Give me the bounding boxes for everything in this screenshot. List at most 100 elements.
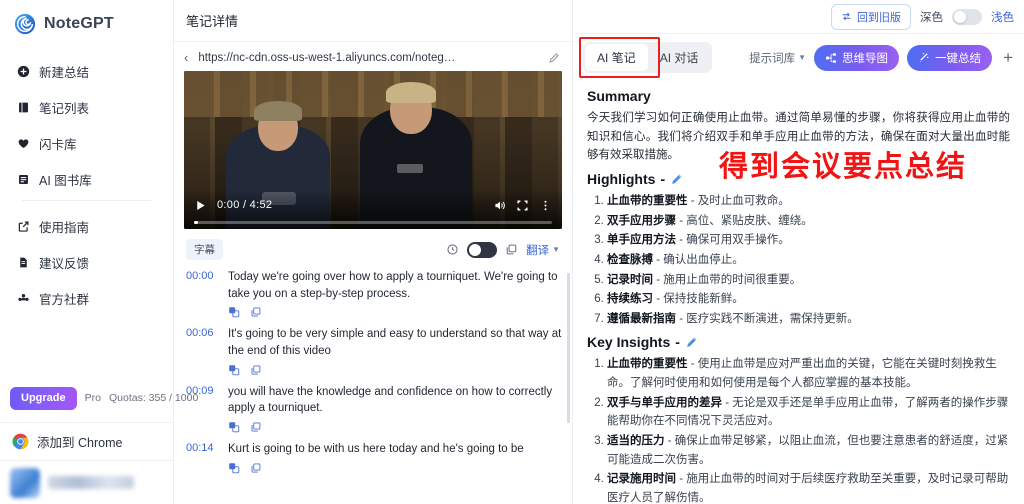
user-profile-row[interactable] bbox=[0, 460, 173, 504]
transcript-timestamp[interactable]: 00:14 bbox=[186, 441, 220, 458]
plus-icon[interactable]: + bbox=[1000, 49, 1016, 66]
theme-toggle-knob bbox=[954, 10, 966, 23]
copy-icon[interactable] bbox=[250, 306, 262, 318]
section-title-key-insights: Key Insights - bbox=[587, 334, 1010, 350]
transcript-timestamp[interactable]: 00:00 bbox=[186, 269, 220, 302]
section-dash: - bbox=[675, 334, 680, 351]
translate-block-icon[interactable] bbox=[228, 364, 240, 376]
summary-button-label: 一键总结 bbox=[935, 52, 982, 65]
summary-paragraph: 今天我们学习如何正确使用止血带。通过简单易懂的步骤，你将获得应用止血带的知识和信… bbox=[587, 112, 1010, 162]
transcript-item: 00:14 Kurt is going to be with us here t… bbox=[186, 439, 564, 480]
item-term: 止血带的重要性 bbox=[607, 195, 688, 208]
item-desc: 确保止血带足够紧，以阻止血流，但也要注意患者的舒适度，过紧可能造成二次伤害。 bbox=[607, 434, 1009, 466]
sidebar-item-label: AI 图书库 bbox=[39, 173, 92, 188]
sidebar-item-feedback[interactable]: 建议反馈 bbox=[10, 247, 163, 277]
upgrade-button[interactable]: Upgrade bbox=[10, 386, 77, 410]
mindmap-button[interactable]: 思维导图 bbox=[814, 44, 900, 71]
video-shirt-logo-right bbox=[397, 164, 423, 173]
transcript-item: 00:09 you will have the knowledge and co… bbox=[186, 382, 564, 439]
pencil-icon[interactable] bbox=[548, 52, 560, 64]
source-url-row: ‹ https://nc-cdn.oss-us-west-1.aliyuncs.… bbox=[174, 42, 572, 71]
video-progress-bar[interactable] bbox=[194, 221, 552, 224]
add-to-chrome-label: 添加到 Chrome bbox=[37, 436, 123, 450]
sidebar-item-user-guide[interactable]: 使用指南 bbox=[10, 211, 163, 241]
clock-icon[interactable] bbox=[446, 243, 459, 256]
transcript-text: you will have the knowledge and confiden… bbox=[228, 385, 553, 415]
sidebar-item-note-list[interactable]: 笔记列表 bbox=[10, 92, 163, 122]
video-player[interactable]: 0:00 / 4:52 bbox=[184, 71, 562, 229]
light-mode-label[interactable]: 浅色 bbox=[991, 9, 1014, 25]
back-to-legacy-button[interactable]: 回到旧版 bbox=[831, 3, 911, 30]
sidebar-item-ai-library[interactable]: AI 图书库 bbox=[10, 164, 163, 194]
panel-content[interactable]: 得到会议要点总结 Summary 今天我们学习如何正确使用止血带。通过简单易懂的… bbox=[573, 81, 1024, 504]
theme-toggle[interactable] bbox=[952, 8, 982, 25]
legacy-button-label: 回到旧版 bbox=[857, 11, 901, 24]
prompt-library-dropdown[interactable]: 提示词库 ▼ bbox=[749, 50, 806, 66]
volume-icon[interactable] bbox=[493, 199, 506, 212]
chevron-left-icon[interactable]: ‹ bbox=[182, 50, 190, 65]
chrome-icon bbox=[12, 433, 29, 450]
sidebar-item-new-summary[interactable]: 新建总结 bbox=[10, 56, 163, 86]
transcript-item: 00:06 It's going to be very simple and e… bbox=[186, 324, 564, 381]
transcript-timestamp[interactable]: 00:06 bbox=[186, 326, 220, 359]
brand-name: NoteGPT bbox=[44, 15, 114, 32]
sidebar-item-label: 新建总结 bbox=[39, 65, 90, 80]
transcript-list[interactable]: 00:00 Today we're going over how to appl… bbox=[174, 267, 572, 504]
list-item: 持续练习 - 保持技能新鲜。 bbox=[607, 290, 1010, 309]
pen-icon[interactable] bbox=[670, 173, 683, 186]
sidebar-item-label: 官方社群 bbox=[39, 292, 90, 307]
sidebar-primary-nav: 新建总结 笔记列表 闪卡库 AI 图书库 使用指南 建议反馈 官方社群 bbox=[0, 48, 173, 319]
panel-toolbar: AI 笔记 AI 对话 提示词库 ▼ 思维导图 一键总结 + bbox=[573, 34, 1024, 81]
add-to-chrome-button[interactable]: 添加到 Chrome bbox=[0, 422, 173, 460]
spiral-logo-icon bbox=[14, 13, 36, 35]
feedback-doc-icon bbox=[16, 255, 30, 269]
transcript-item: 00:00 Today we're going over how to appl… bbox=[186, 267, 564, 324]
translate-block-icon[interactable] bbox=[228, 421, 240, 433]
sidebar-item-flashcards[interactable]: 闪卡库 bbox=[10, 128, 163, 158]
mindmap-icon bbox=[825, 52, 837, 64]
item-term: 适当的压力 bbox=[607, 434, 665, 447]
brand[interactable]: NoteGPT bbox=[0, 0, 173, 48]
transcript-timestamp[interactable]: 00:09 bbox=[186, 384, 220, 417]
ai-library-icon bbox=[16, 172, 30, 186]
more-vertical-icon[interactable] bbox=[539, 199, 552, 212]
translate-dropdown[interactable]: 翻译 ▼ bbox=[526, 242, 560, 258]
list-item: 检查脉搏 - 确认出血停止。 bbox=[607, 251, 1010, 270]
play-icon[interactable] bbox=[194, 199, 207, 212]
user-name-blurred bbox=[48, 476, 134, 489]
prompt-library-label: 提示词库 bbox=[749, 52, 796, 65]
copy-icon[interactable] bbox=[250, 462, 262, 474]
sidebar-item-community[interactable]: 官方社群 bbox=[10, 283, 163, 313]
copy-icon[interactable] bbox=[505, 243, 518, 256]
timestamp-toggle[interactable] bbox=[467, 241, 498, 258]
section-title-text: Key Insights bbox=[587, 334, 671, 351]
transcript-scrollbar[interactable] bbox=[567, 273, 570, 423]
tab-ai-notes[interactable]: AI 笔记 bbox=[585, 44, 648, 72]
item-desc: 医疗实践不断演进，需保持更新。 bbox=[686, 312, 859, 325]
transcript-text: Kurt is going to be with us here today a… bbox=[228, 443, 524, 456]
item-term: 止血带的重要性 bbox=[607, 358, 688, 371]
item-term: 单手应用方法 bbox=[607, 234, 676, 247]
plus-circle-icon bbox=[16, 64, 30, 78]
list-item: 遵循最新指南 - 医疗实践不断演进，需保持更新。 bbox=[607, 310, 1010, 329]
copy-icon[interactable] bbox=[250, 364, 262, 376]
ai-notes-panel: 回到旧版 深色 浅色 AI 笔记 AI 对话 提示词库 ▼ 思维导图 一键总结 … bbox=[573, 0, 1024, 504]
subtitle-chip[interactable]: 字幕 bbox=[186, 239, 223, 260]
pen-icon[interactable] bbox=[685, 336, 698, 349]
one-click-summary-button[interactable]: 一键总结 bbox=[907, 44, 993, 71]
tabs-group-wrapper: AI 笔记 AI 对话 bbox=[579, 37, 713, 79]
translate-block-icon[interactable] bbox=[228, 462, 240, 474]
source-url[interactable]: https://nc-cdn.oss-us-west-1.aliyuncs.co… bbox=[198, 52, 540, 64]
translate-block-icon[interactable] bbox=[228, 306, 240, 318]
dark-mode-label[interactable]: 深色 bbox=[920, 9, 943, 25]
item-term: 记录施用时间 bbox=[607, 473, 676, 486]
community-icon bbox=[16, 291, 30, 305]
copy-icon[interactable] bbox=[250, 421, 262, 433]
item-desc: 施用止血带的时间很重要。 bbox=[663, 273, 802, 286]
section-dash: - bbox=[660, 171, 666, 188]
fullscreen-icon[interactable] bbox=[516, 199, 529, 212]
list-item: 双手与单手应用的差异 - 无论是双手还是单手应用止血带，了解两者的操作步骤能帮助… bbox=[607, 394, 1010, 431]
transcript-item-actions bbox=[186, 458, 564, 480]
sidebar-item-label: 使用指南 bbox=[39, 220, 90, 235]
tab-ai-chat[interactable]: AI 对话 bbox=[648, 44, 711, 71]
